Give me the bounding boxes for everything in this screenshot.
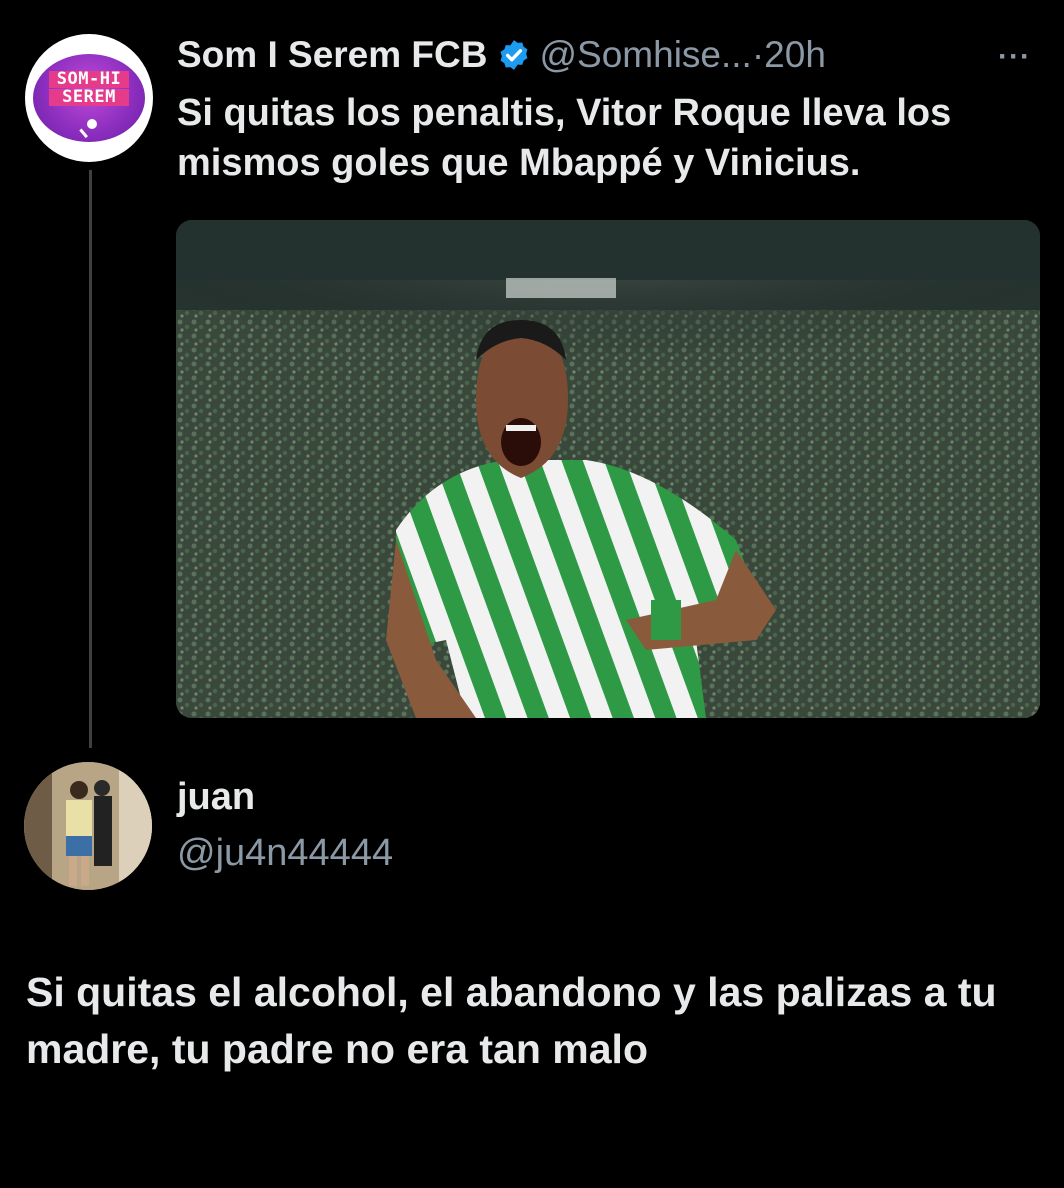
tweet-header: Som I Serem FCB @Somhise... ·20h [177,30,826,80]
player-celebrating-photo [176,220,1040,718]
display-name[interactable]: Som I Serem FCB [177,34,487,76]
reply-avatar-photo [24,762,152,890]
timestamp[interactable]: ·20h [752,34,826,76]
tweet-media-image[interactable] [176,220,1040,718]
avatar[interactable]: SOM-HI SEREM [25,34,153,162]
handle[interactable]: @Somhise... [539,34,751,76]
thread-connector-line [89,170,92,748]
microphone-icon [79,119,97,138]
verified-badge-icon [501,40,528,70]
avatar-logo-text: SOM-HI SEREM [43,70,135,107]
reply-display-name[interactable]: juan [177,776,255,819]
tweet-text: Si quitas los penaltis, Vitor Roque llev… [177,92,952,184]
reply-handle[interactable]: @ju4n44444 [177,832,393,875]
reply-avatar[interactable] [24,762,152,890]
reply-text: Si quitas el alcohol, el abandono y las … [26,969,997,1072]
more-options-icon[interactable]: ··· [998,40,1031,74]
